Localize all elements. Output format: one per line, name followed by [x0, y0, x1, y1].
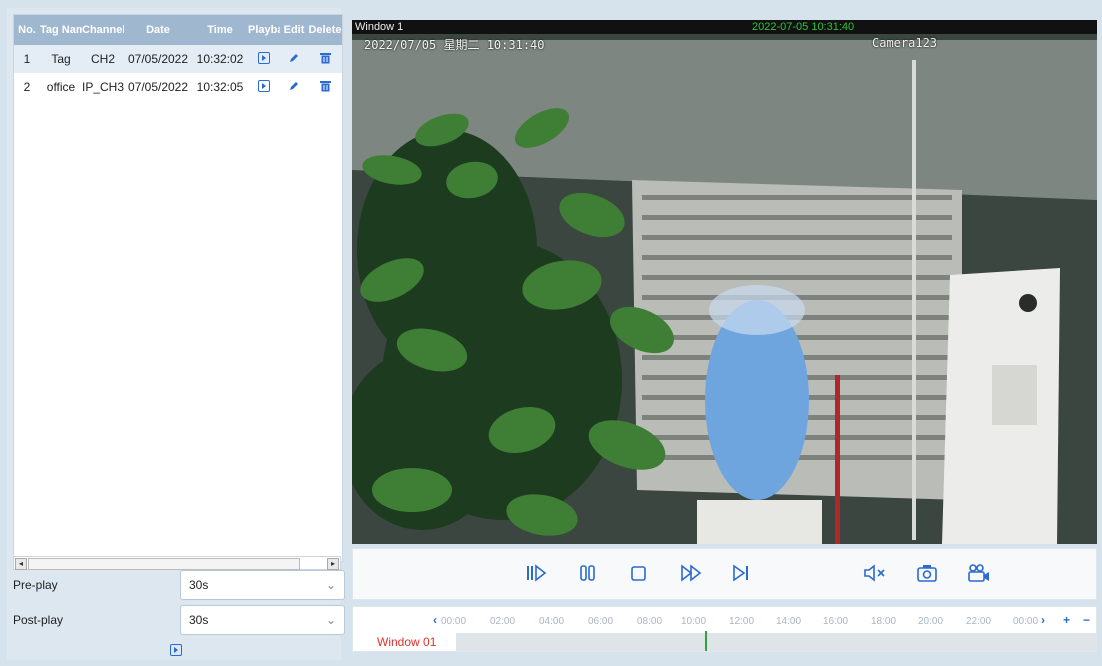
osd-datetime: 2022/07/05 星期二 10:31:40: [364, 38, 545, 52]
preplay-value: 30s: [189, 578, 209, 592]
timeline-tick: 08:00: [637, 616, 663, 627]
timeline-tick: 00:00: [441, 616, 467, 627]
record-button[interactable]: [967, 563, 991, 588]
timeline-tick: 06:00: [588, 616, 614, 627]
timeline-tick: 02:00: [490, 616, 516, 627]
row-tag: office: [46, 80, 76, 94]
table-row[interactable]: 2 office IP_CH3 07/05/2022 10:32:05: [14, 73, 342, 101]
video-title-bar: Window 1 2022-07-05 10:31:40: [352, 20, 1097, 34]
timeline-next-icon[interactable]: ›: [1041, 613, 1045, 627]
timeline-tick: 04:00: [539, 616, 565, 627]
col-delete[interactable]: Delete: [308, 24, 342, 36]
table-row[interactable]: 1 Tag CH2 07/05/2022 10:32:02: [14, 45, 342, 73]
preplay-label: Pre-play: [13, 578, 58, 592]
mute-button[interactable]: [863, 563, 889, 588]
edit-icon[interactable]: [280, 80, 308, 95]
timeline-tick: 10:00: [681, 616, 707, 627]
playback-controls: [352, 548, 1097, 600]
play-selected-button[interactable]: [170, 644, 182, 659]
timeline-panel: ‹ 00:00 02:00 04:00 06:00 08:00 10:00 12…: [352, 606, 1097, 652]
scroll-thumb[interactable]: [28, 558, 300, 570]
camera-frame: [352, 20, 1097, 544]
col-channel[interactable]: Channel: [82, 24, 124, 36]
edit-icon[interactable]: [280, 52, 308, 67]
postplay-select[interactable]: 30s ⌄: [180, 605, 345, 635]
col-date[interactable]: Date: [124, 24, 192, 36]
row-channel: IP_CH3: [82, 80, 124, 94]
row-no: 1: [23, 52, 31, 66]
col-time[interactable]: Time: [192, 24, 248, 36]
window-title: Window 1: [355, 21, 404, 33]
fast-forward-button[interactable]: [680, 563, 704, 588]
row-date: 07/05/2022: [127, 80, 189, 94]
row-channel: CH2: [90, 52, 115, 66]
playback-icon[interactable]: [248, 79, 280, 95]
video-window[interactable]: Window 1 2022-07-05 10:31:40 2022/07/05 …: [352, 20, 1097, 544]
pause-button[interactable]: [578, 563, 598, 588]
timeline-cursor[interactable]: [705, 631, 707, 651]
delete-icon[interactable]: [308, 80, 342, 95]
timeline-window-label: Window 01: [377, 635, 437, 649]
table-header: No. Tag Name Channel Date Time Playback …: [14, 15, 342, 45]
scroll-left-icon[interactable]: ◂: [15, 558, 27, 570]
timeline-tick: 00:00: [1013, 616, 1039, 627]
stop-button[interactable]: [629, 563, 649, 588]
chevron-down-icon: ⌄: [325, 578, 336, 592]
row-tag: Tag: [51, 52, 71, 66]
col-playback[interactable]: Playback: [248, 24, 280, 36]
slow-play-button[interactable]: [525, 563, 547, 588]
timeline-track[interactable]: [456, 633, 1096, 651]
timeline-tick: 16:00: [823, 616, 849, 627]
delete-icon[interactable]: [308, 52, 342, 67]
postplay-label: Post-play: [13, 613, 64, 627]
table-horizontal-scrollbar[interactable]: ◂ ▸: [13, 556, 341, 570]
zoom-in-button[interactable]: +: [1063, 613, 1070, 627]
scroll-right-icon[interactable]: ▸: [327, 558, 339, 570]
timeline-tick: 20:00: [918, 616, 944, 627]
preplay-select[interactable]: 30s ⌄: [180, 570, 345, 600]
col-edit[interactable]: Edit: [280, 24, 308, 36]
snapshot-button[interactable]: [916, 563, 938, 588]
tag-list-panel: No. Tag Name Channel Date Time Playback …: [7, 8, 345, 660]
chevron-down-icon: ⌄: [325, 613, 336, 627]
postplay-value: 30s: [189, 613, 209, 627]
timeline-tick: 22:00: [966, 616, 992, 627]
next-frame-button[interactable]: [731, 563, 753, 588]
col-no[interactable]: No.: [14, 24, 40, 36]
playback-icon[interactable]: [248, 51, 280, 67]
row-time: 10:32:02: [196, 52, 244, 66]
video-timestamp: 2022-07-05 10:31:40: [752, 21, 855, 33]
row-date: 07/05/2022: [127, 52, 189, 66]
timeline-prev-icon[interactable]: ‹: [433, 613, 437, 627]
osd-camera-name: Camera123: [872, 36, 938, 50]
row-time: 10:32:05: [196, 80, 244, 94]
zoom-out-button[interactable]: −: [1083, 613, 1090, 627]
timeline-tick: 12:00: [729, 616, 755, 627]
timeline-tick: 14:00: [776, 616, 802, 627]
row-no: 2: [23, 80, 31, 94]
col-tag-name[interactable]: Tag Name: [40, 24, 82, 36]
timeline-tick: 18:00: [871, 616, 897, 627]
tag-table: No. Tag Name Channel Date Time Playback …: [13, 14, 343, 562]
